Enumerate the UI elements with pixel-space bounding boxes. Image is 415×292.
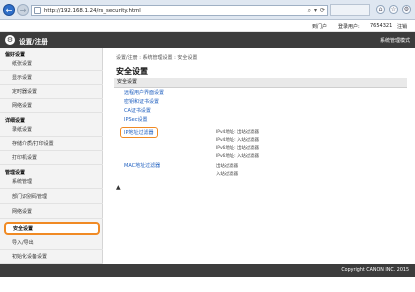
ip-filter-value: IPv4地址: 出站过滤器	[216, 130, 259, 135]
url-text[interactable]: http://192.168.1.24/rs_security.html	[44, 8, 141, 14]
mac-filter-value: 入站过滤器	[216, 172, 238, 177]
section-header: 安全设置	[114, 78, 407, 87]
browser-tab[interactable]	[330, 4, 370, 16]
login-user-label: 登录用户:	[338, 24, 360, 30]
app-header: ⚙ 设置/注册 系统管理模式	[0, 32, 415, 48]
sidebar-category-preferences: 偏好设置	[5, 52, 26, 58]
main-content: 设置/注册 : 系统管理设置 : 安全设置 安全设置 安全设置 远程用户界面设置…	[104, 48, 415, 264]
back-arrow-icon[interactable]: ←	[3, 4, 15, 16]
ip-filter-value: IPv6地址: 入站过滤器	[216, 154, 259, 159]
address-bar[interactable]: http://192.168.1.24/rs_security.html ⌕ ▾…	[31, 5, 328, 16]
search-icon[interactable]: ⌕	[308, 7, 311, 15]
ip-address-filter-link[interactable]: IP地址过滤器	[120, 127, 158, 138]
breadcrumb: 设置/注册 : 系统管理设置 : 安全设置	[116, 55, 198, 61]
ipsec-settings-link[interactable]: IPSec设置	[124, 116, 148, 123]
settings-logo-icon: ⚙	[5, 35, 15, 45]
mac-address-filter-link[interactable]: MAC地址过滤器	[124, 162, 160, 169]
address-tools: ⌕ ▾ ⟳	[308, 7, 325, 15]
divider	[114, 87, 407, 88]
app-title: 设置/注册	[19, 38, 48, 46]
sidebar-item-import-export[interactable]: 导入/导出	[0, 237, 103, 250]
browser-toolbar: ← → http://192.168.1.24/rs_security.html…	[0, 0, 415, 20]
home-icon[interactable]: ⌂	[376, 5, 385, 14]
remote-ui-settings-link[interactable]: 远程用户界面设置	[124, 89, 164, 96]
refresh-icon[interactable]: ⟳	[320, 7, 325, 15]
sidebar-item-network[interactable]: 网络设置	[0, 206, 103, 219]
sidebar-item-record-paper[interactable]: 录纸设置	[0, 124, 103, 137]
sidebar-item-printer-settings[interactable]: 打印机设置	[0, 152, 103, 165]
sidebar-category-admin: 管理设置	[5, 170, 26, 176]
footer: Copyright CANON INC. 2015	[0, 264, 415, 277]
favorites-star-icon[interactable]: ☆	[389, 5, 398, 14]
page-icon	[34, 7, 41, 14]
key-cert-settings-link[interactable]: 密钥和证书设置	[124, 98, 159, 105]
page-title: 安全设置	[116, 67, 148, 76]
sidebar-item-department-id[interactable]: 部门识别码管理	[0, 191, 103, 204]
sidebar-item-storage-print[interactable]: 存储介质/打印设置	[0, 138, 103, 151]
portal-link[interactable]: 到门户	[312, 23, 327, 30]
ip-filter-value: IPv6地址: 出站过滤器	[216, 146, 259, 151]
back-to-top-icon[interactable]: ▲	[116, 184, 121, 191]
system-admin-mode-link[interactable]: 系统管理模式	[380, 37, 410, 44]
sidebar-item-initialize[interactable]: 初始化设备设置	[0, 251, 103, 264]
user-bar: 到门户 登录用户: 7654321 注销	[0, 21, 415, 32]
status-area	[0, 277, 415, 292]
logout-link[interactable]: 注销	[397, 23, 407, 30]
forward-arrow-icon[interactable]: →	[17, 4, 29, 16]
dropdown-icon[interactable]: ▾	[314, 7, 317, 15]
copyright-text: Copyright CANON INC. 2015	[341, 268, 409, 273]
ca-cert-settings-link[interactable]: CA证书设置	[124, 107, 151, 114]
sidebar-category-detail: 详细设置	[5, 118, 26, 124]
login-user-value: 7654321	[370, 23, 393, 29]
sidebar-item-display-settings[interactable]: 显示设置	[0, 72, 103, 85]
sidebar-item-network-settings[interactable]: 网络设置	[0, 100, 103, 113]
mac-filter-value: 出站过滤器	[216, 164, 238, 169]
ip-filter-value: IPv4地址: 入站过滤器	[216, 138, 259, 143]
sidebar: 偏好设置 纸张设置 显示设置 定时器设置 网络设置 详细设置 录纸设置 存储介质…	[0, 48, 103, 264]
sidebar-item-security[interactable]: 安全设置	[4, 222, 100, 235]
sidebar-item-paper-settings[interactable]: 纸张设置	[0, 58, 103, 71]
sidebar-item-system-management[interactable]: 系统管理	[0, 176, 103, 189]
gear-icon[interactable]: ⚙	[402, 5, 411, 14]
sidebar-item-timer-settings[interactable]: 定时器设置	[0, 86, 103, 99]
